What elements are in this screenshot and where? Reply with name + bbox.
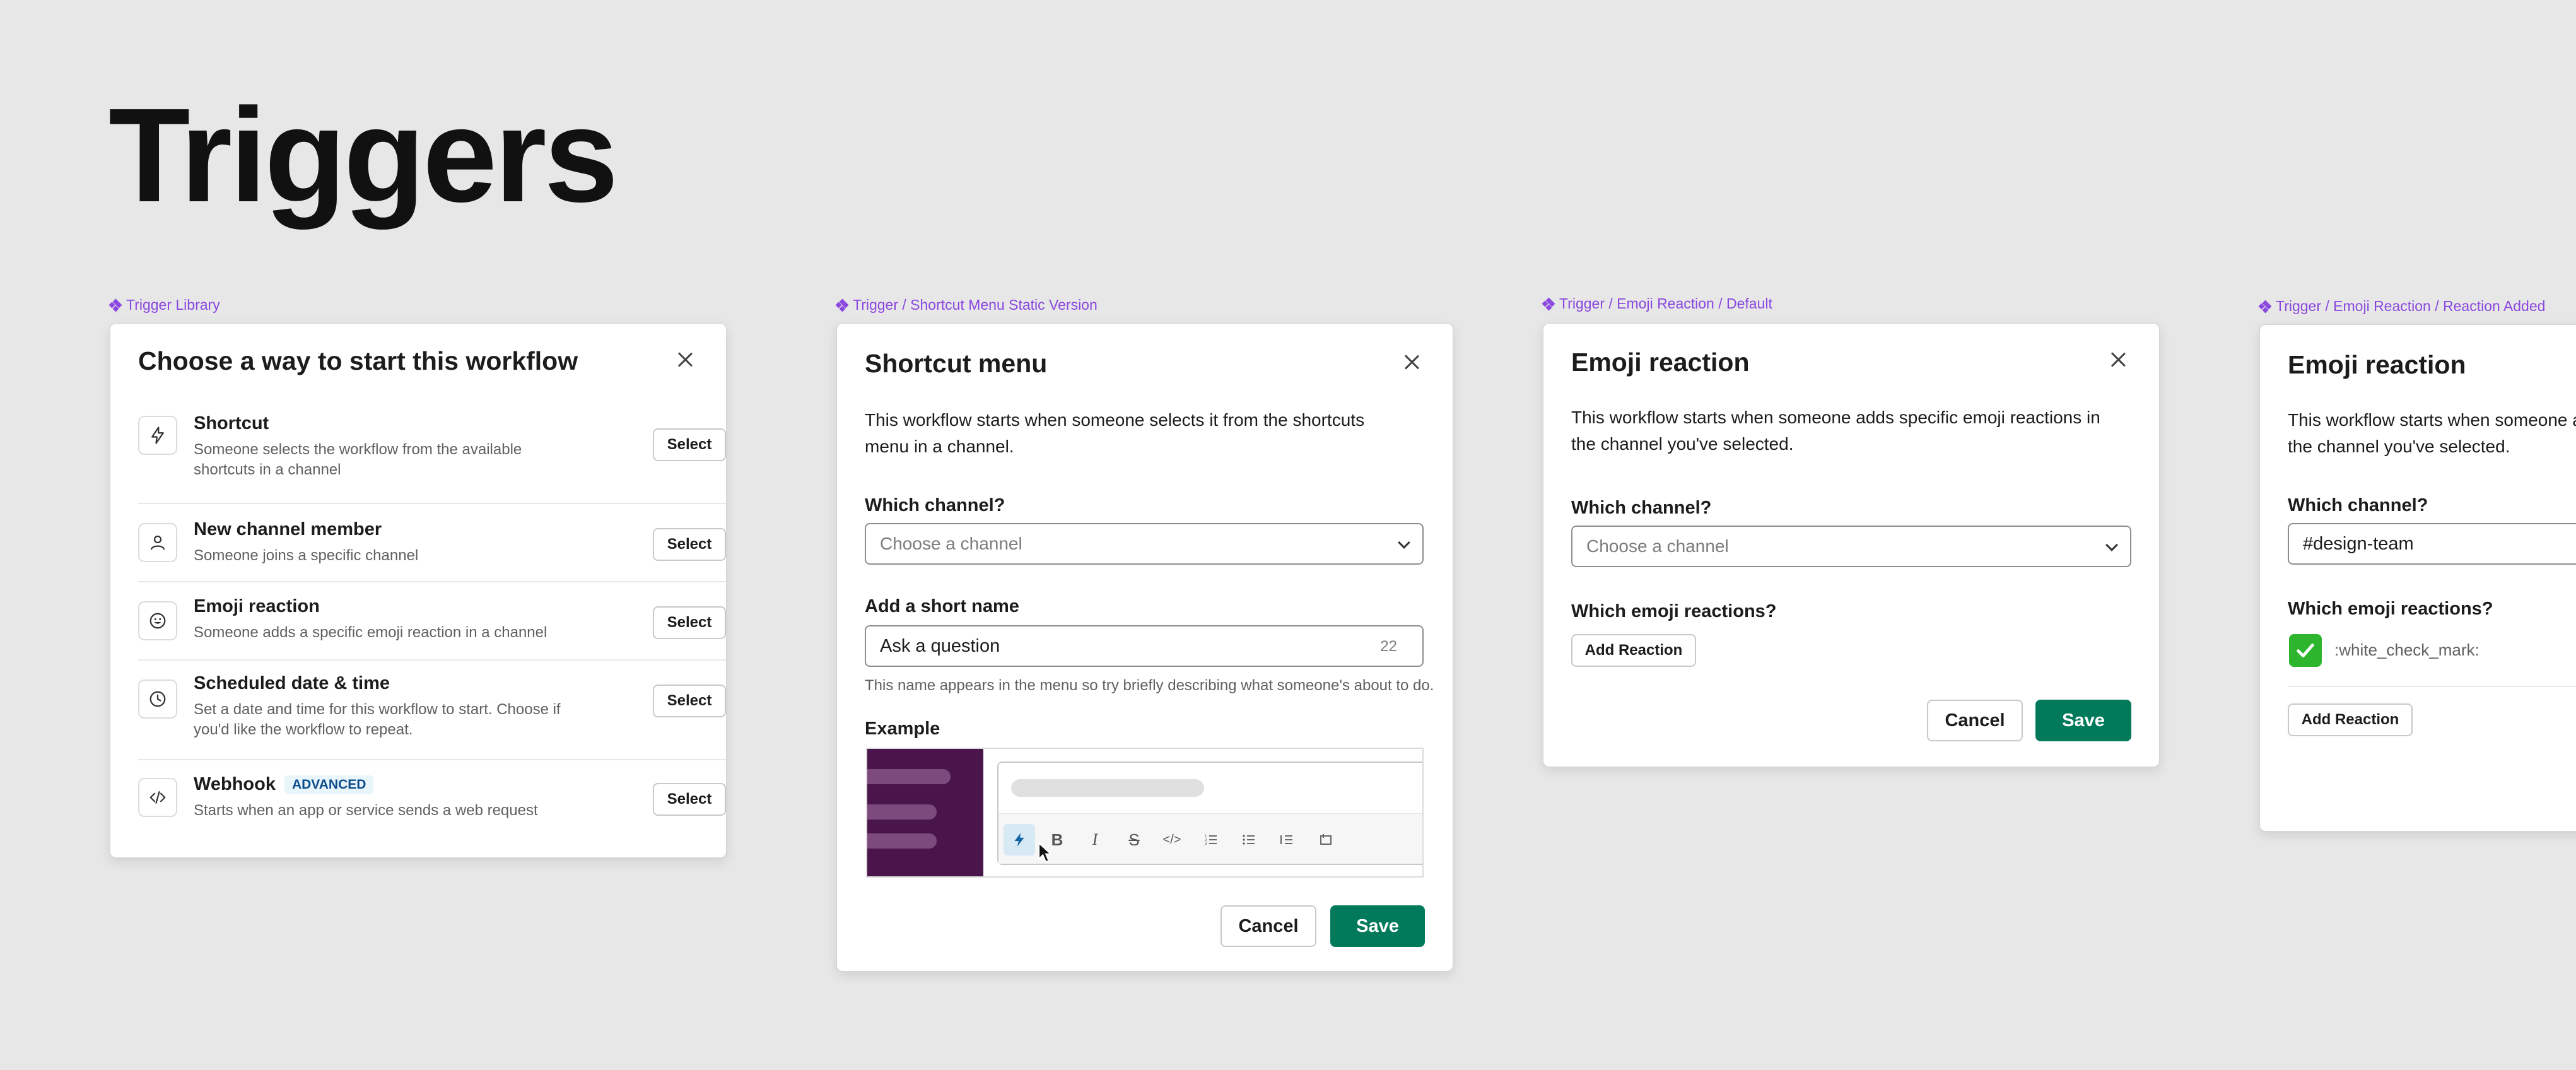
modal-title: Shortcut menu (865, 349, 1048, 378)
preview-toolbar: B I S </> 123 (998, 813, 1422, 864)
page-title: Triggers (108, 80, 619, 230)
ordered-list-icon: 123 (1195, 824, 1227, 855)
save-button[interactable]: Save (2035, 700, 2131, 741)
add-reaction-button[interactable]: Add Reaction (2288, 703, 2413, 736)
select-button[interactable]: Select (653, 528, 726, 561)
shortcut-menu-modal: Shortcut menu This workflow starts when … (836, 323, 1453, 972)
chevron-down-icon (1398, 536, 1410, 549)
cancel-button[interactable]: Cancel (1221, 905, 1316, 947)
frame-label-shortcut: Trigger / Shortcut Menu Static Version (835, 297, 1098, 314)
channel-label: Which channel? (865, 495, 1005, 515)
component-icon (835, 298, 849, 312)
clock-icon (138, 679, 177, 719)
preview-sidebar (867, 749, 983, 876)
frame-label-emoji-added: Trigger / Emoji Reaction / Reaction Adde… (2258, 298, 2545, 315)
component-icon (1542, 297, 1555, 310)
frame-label-library: Trigger Library (108, 297, 220, 314)
italic-icon: I (1092, 830, 1098, 849)
example-label: Example (865, 719, 940, 739)
list-item-webhook[interactable]: Webhook ADVANCED Starts when an app or se… (138, 760, 726, 836)
item-name: Emoji reaction (194, 596, 320, 616)
item-description: Starts when an app or service sends a we… (194, 802, 538, 819)
component-icon (108, 298, 122, 312)
list-item-shortcut[interactable]: Shortcut Someone selects the workflow fr… (138, 408, 726, 504)
item-description: Someone adds a specific emoji reaction i… (194, 624, 547, 641)
indent-icon (1271, 824, 1303, 855)
component-icon (2258, 300, 2272, 313)
divider (2288, 686, 2576, 687)
frame-label-emoji-default: Trigger / Emoji Reaction / Default (1542, 295, 1772, 312)
char-count: 22 (1380, 638, 1397, 655)
description: This workflow starts when someone select… (865, 410, 1365, 456)
select-button[interactable]: Select (653, 428, 726, 461)
select-button[interactable]: Select (653, 685, 726, 717)
code-icon (138, 778, 177, 817)
channel-label: Which channel? (1571, 498, 1712, 518)
bullet-list-icon (1233, 824, 1265, 855)
list-item-scheduled[interactable]: Scheduled date & time Set a date and tim… (138, 661, 726, 760)
reaction-code: :white_check_mark: (2334, 640, 2479, 659)
modal-title: Emoji reaction (1571, 348, 1750, 377)
channel-select[interactable]: Choose a channel (865, 523, 1424, 565)
short-name-hint: This name appears in the menu so try bri… (865, 677, 1434, 694)
channel-select[interactable]: #design-team (2288, 523, 2576, 565)
save-button[interactable]: Save (1330, 905, 1425, 947)
check-mark-emoji-icon (2289, 634, 2322, 667)
cancel-button[interactable]: Cancel (1927, 700, 2023, 741)
emoji-reaction-added-modal: Emoji reaction This workflow starts when… (2259, 324, 2576, 832)
channel-select[interactable]: Choose a channel (1571, 526, 2131, 567)
lightning-icon (1004, 824, 1035, 855)
block-icon (1310, 824, 1342, 855)
item-description: Someone selects the workflow from the av… (194, 441, 522, 478)
preview-composer: B I S </> 123 (997, 761, 1422, 865)
description: This workflow starts when someone adds s… (2288, 410, 2576, 456)
select-button[interactable]: Select (653, 606, 726, 639)
item-name: Shortcut (194, 413, 269, 433)
description: This workflow starts when someone adds s… (1571, 408, 2100, 454)
select-button[interactable]: Select (653, 783, 726, 816)
short-name-input[interactable]: Ask a question 22 (865, 625, 1424, 667)
short-name-label: Add a short name (865, 596, 1019, 616)
reactions-label: Which emoji reactions? (2288, 599, 2493, 619)
modal-title: Choose a way to start this workflow (138, 346, 578, 375)
example-preview: B I S </> 123 (866, 748, 1424, 878)
item-name: New channel member (194, 519, 382, 539)
item-description: Set a date and time for this workflow to… (194, 701, 561, 738)
chevron-down-icon (2105, 539, 2118, 551)
add-reaction-button[interactable]: Add Reaction (1571, 634, 1696, 667)
channel-label: Which channel? (2288, 495, 2428, 515)
advanced-badge: ADVANCED (284, 775, 374, 795)
item-name: Scheduled date & time (194, 673, 390, 693)
person-icon (138, 523, 177, 562)
cursor-icon (1038, 842, 1053, 863)
reactions-label: Which emoji reactions? (1571, 601, 1777, 621)
svg-text:3: 3 (1205, 842, 1207, 846)
lightning-icon (138, 416, 177, 455)
item-name: Webhook ADVANCED (194, 774, 374, 795)
code-icon: </> (1162, 832, 1181, 847)
list-item-new-channel-member[interactable]: New channel member Someone joins a speci… (138, 504, 726, 582)
modal-title: Emoji reaction (2288, 350, 2466, 379)
trigger-library-modal: Choose a way to start this workflow Shor… (110, 323, 727, 858)
strikethrough-icon: S (1128, 830, 1140, 849)
list-item-emoji-reaction[interactable]: Emoji reaction Someone adds a specific e… (138, 582, 726, 661)
close-icon[interactable] (676, 350, 694, 369)
close-icon[interactable] (1402, 353, 1421, 372)
smiley-icon (138, 601, 177, 640)
emoji-reaction-modal: Emoji reaction This workflow starts when… (1543, 323, 2160, 767)
close-icon[interactable] (2109, 350, 2128, 369)
item-description: Someone joins a specific channel (194, 547, 419, 564)
